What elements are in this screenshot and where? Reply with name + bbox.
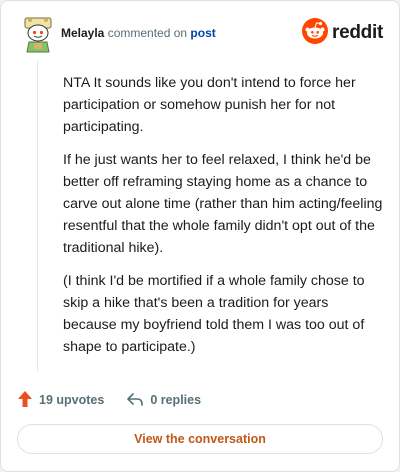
upvote-button[interactable]: 19 upvotes <box>17 390 104 411</box>
post-link[interactable]: post <box>190 26 215 40</box>
comment-body: NTA It sounds like you don't intend to f… <box>63 72 383 369</box>
thread-line <box>37 61 38 371</box>
comment-meta: Melayla commented on post <box>61 26 216 40</box>
comment-header: Melayla commented on post reddit <box>17 15 383 55</box>
view-conversation-button[interactable]: View the conversation <box>17 424 383 454</box>
upvote-count: 19 upvotes <box>39 393 105 407</box>
username-link[interactable]: Melayla <box>61 26 104 40</box>
comment-paragraph: If he just wants her to feel relaxed, I … <box>63 152 383 256</box>
reddit-wordmark: reddit <box>332 22 383 43</box>
reddit-brand[interactable]: reddit <box>302 17 383 49</box>
reply-count: 0 replies <box>150 393 202 407</box>
comment-card: Melayla commented on post reddit NTA It … <box>0 0 400 472</box>
reply-arrow-icon <box>126 391 150 410</box>
reddit-logo-icon <box>302 17 329 49</box>
comment-actions: 19 upvotes 0 replies <box>17 389 201 411</box>
snoo-avatar-icon[interactable] <box>21 15 55 53</box>
comment-paragraph: (I think I'd be mortified if a whole fam… <box>63 273 365 355</box>
reply-button[interactable]: 0 replies <box>126 391 201 410</box>
comment-paragraph: NTA It sounds like you don't intend to f… <box>63 75 356 135</box>
upvote-arrow-icon <box>17 390 39 411</box>
commented-on-text: commented on <box>104 26 191 40</box>
